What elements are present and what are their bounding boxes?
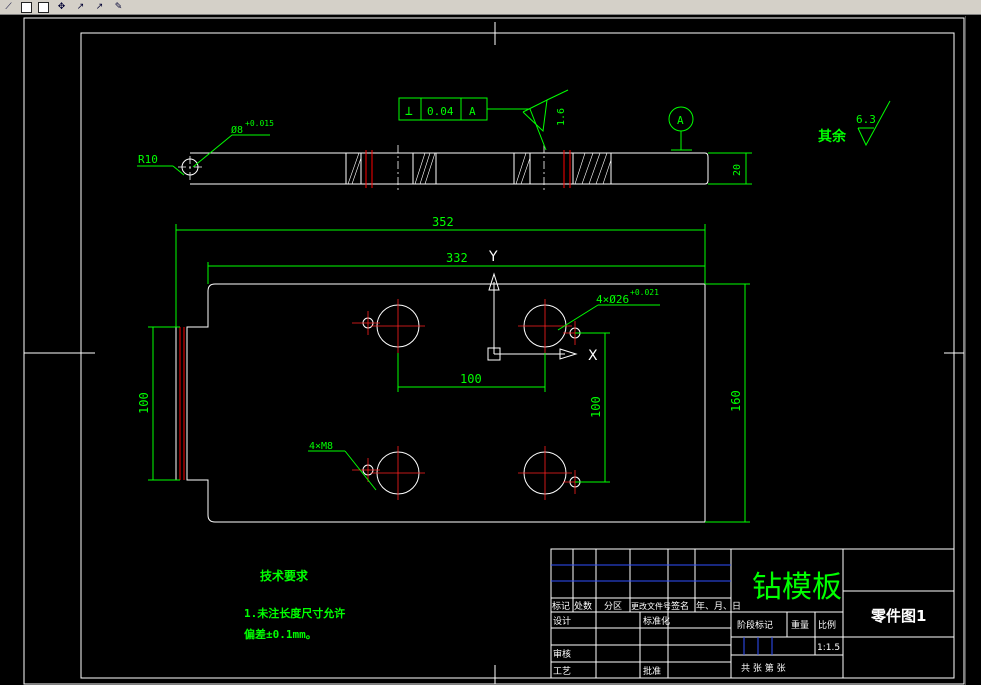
gdt-datum: A (469, 105, 476, 118)
svg-text:其余: 其余 (818, 128, 847, 145)
datum-a-label: A (677, 114, 684, 127)
plate-view: Y X (175, 249, 706, 523)
gdt-symbol: ⊥ (405, 104, 413, 119)
dim-352: 352 (432, 215, 454, 229)
svg-text:年、月、日: 年、月、日 (696, 600, 741, 612)
gdt-flatness: 0.04 (427, 105, 454, 118)
svg-text:工艺: 工艺 (553, 666, 571, 677)
svg-text:标记: 标记 (552, 600, 570, 612)
small-holes-label: 4×M8 (309, 441, 333, 452)
axis-y-label: Y (488, 249, 498, 265)
title-block: 钻模板 零件图1 标记 处数 分区 更改文件号 签名 年、月、日 设计 标准化 … (550, 548, 955, 679)
drawing-name: 零件图1 (870, 607, 926, 625)
svg-text:重量: 重量 (791, 619, 809, 631)
svg-text:更改文件号: 更改文件号 (631, 601, 671, 611)
gdt-frame: ⊥ 0.04 A 1.6 (398, 89, 569, 151)
drawing-canvas[interactable]: A R10 Ø8 +0.015 20 ⊥ 0.04 A 1.6 其余 6.3 Y… (0, 0, 981, 685)
r10-label: R10 (138, 153, 158, 166)
axis-x-label: X (588, 348, 598, 364)
svg-text:签名: 签名 (671, 600, 689, 612)
roughness-value: 1.6 (556, 108, 567, 126)
big-holes-tol: +0.021 (630, 288, 659, 297)
svg-text:审核: 审核 (553, 648, 571, 660)
svg-text:比例: 比例 (818, 619, 836, 631)
svg-text:处数: 处数 (574, 600, 592, 612)
svg-text:共 张 第 张: 共 张 第 张 (741, 662, 786, 674)
svg-text:阶段标记: 阶段标记 (737, 619, 773, 631)
dim-100-v-right: 100 (589, 396, 603, 418)
hole-small-label: Ø8 (231, 124, 243, 136)
hole-small-tol: +0.015 (245, 119, 274, 128)
svg-text:批准: 批准 (643, 665, 661, 677)
dim-332: 332 (446, 251, 468, 265)
dimension-lines (148, 224, 750, 523)
svg-text:设计: 设计 (553, 615, 571, 627)
other-roughness: 其余 6.3 (818, 100, 891, 147)
svg-text:6.3: 6.3 (856, 113, 876, 126)
svg-text:分区: 分区 (604, 601, 622, 612)
dim-160: 160 (729, 390, 743, 412)
tech-title: 技术要求 (260, 568, 309, 583)
svg-text:1:1.5: 1:1.5 (817, 643, 840, 653)
tech-line1: 1.未注长度尺寸允许 (244, 606, 345, 620)
thickness-label: 20 (732, 164, 743, 176)
svg-text:标准化: 标准化 (643, 615, 670, 627)
part-name: 钻模板 (752, 570, 842, 605)
big-holes-label: 4×Ø26 (596, 293, 629, 306)
tech-line2: 偏差±0.1mm。 (244, 627, 317, 641)
dim-100-v-left: 100 (137, 392, 151, 414)
dim-100-h: 100 (460, 372, 482, 386)
